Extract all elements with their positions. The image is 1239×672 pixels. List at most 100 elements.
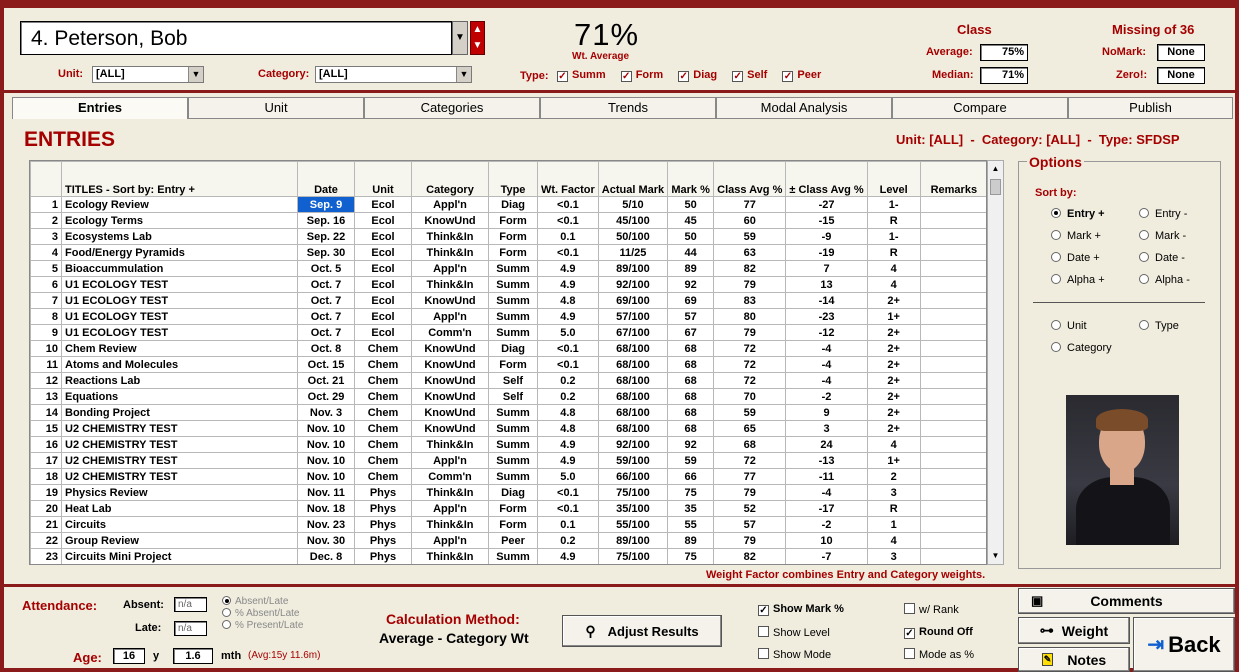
late-field[interactable]: n/a — [174, 621, 207, 636]
table-row[interactable]: 14 Bonding Project Nov. 3 Chem KnowUnd Summ 4.… — [30, 404, 986, 421]
remarks-cell[interactable] — [919, 340, 986, 357]
column-header: Unit — [354, 161, 412, 197]
remarks-cell[interactable] — [919, 468, 986, 485]
tab-modal-analysis[interactable]: Modal Analysis — [716, 97, 892, 119]
table-row[interactable]: 6 U1 ECOLOGY TEST Oct. 7 Ecol Think&In Summ 4.… — [30, 276, 986, 293]
table-row[interactable]: 15 U2 CHEMISTRY TEST Nov. 10 Chem KnowUnd Sum… — [30, 420, 986, 437]
category-select[interactable]: [ALL] ▼ — [315, 66, 472, 83]
tab-publish[interactable]: Publish — [1068, 97, 1233, 119]
scroll-up-icon[interactable]: ▲ — [988, 161, 1003, 177]
table-row[interactable]: 9 U1 ECOLOGY TEST Oct. 7 Ecol Comm'n Summ 5.0 6… — [30, 324, 986, 341]
mode-as-percent-check[interactable]: Mode as % — [904, 648, 974, 661]
tab-compare[interactable]: Compare — [892, 97, 1068, 119]
remarks-cell[interactable] — [919, 372, 986, 389]
student-name-field[interactable]: 4. Peterson, Bob — [20, 21, 452, 55]
remarks-cell[interactable] — [919, 196, 986, 213]
scroll-down-icon[interactable]: ▼ — [988, 548, 1003, 564]
notes-button[interactable]: ✎ Notes — [1018, 647, 1130, 672]
table-row[interactable]: 13 Equations Oct. 29 Chem KnowUnd Self 0.2 68/1… — [30, 388, 986, 405]
remarks-cell[interactable] — [919, 212, 986, 229]
remarks-cell[interactable] — [919, 276, 986, 293]
remarks-cell[interactable] — [919, 420, 986, 437]
sort-alpha-plus[interactable]: Alpha + — [1051, 274, 1105, 286]
remarks-cell[interactable] — [919, 532, 986, 549]
tab-categories[interactable]: Categories — [364, 97, 540, 119]
sort-date-minus[interactable]: Date - — [1139, 252, 1185, 264]
tab-unit[interactable]: Unit — [188, 97, 364, 119]
remarks-cell[interactable] — [919, 404, 986, 421]
att-opt-pct-present-late[interactable]: % Present/Late — [222, 620, 303, 632]
group-unit[interactable]: Unit — [1051, 320, 1087, 332]
sort-mark-plus[interactable]: Mark + — [1051, 230, 1101, 242]
round-off-check[interactable]: ✓ Round Off — [904, 626, 973, 639]
remarks-cell[interactable] — [919, 452, 986, 469]
type-check-summ[interactable]: ✓ Summ — [557, 69, 606, 82]
table-cell: Nov. 10 — [297, 436, 355, 453]
student-dropdown-button[interactable]: ▼ — [452, 21, 468, 55]
table-row[interactable]: 21 Circuits Nov. 23 Phys Think&In Form 0.1 55/1… — [30, 516, 986, 533]
remarks-cell[interactable] — [919, 324, 986, 341]
scroll-thumb[interactable] — [990, 179, 1001, 195]
weight-button[interactable]: ⊶ Weight — [1018, 617, 1130, 644]
remarks-cell[interactable] — [919, 356, 986, 373]
type-check-peer[interactable]: ✓ Peer — [782, 69, 821, 82]
table-row[interactable]: 19 Physics Review Nov. 11 Phys Think&In Diag <… — [30, 484, 986, 501]
table-row[interactable]: 20 Heat Lab Nov. 18 Phys Appl'n Form <0.1 35/10… — [30, 500, 986, 517]
sort-date-plus[interactable]: Date + — [1051, 252, 1100, 264]
table-cell: 17 — [30, 452, 62, 469]
table-scrollbar[interactable]: ▲ ▼ — [987, 160, 1004, 565]
adjust-results-button[interactable]: ⚲ Adjust Results — [562, 615, 722, 647]
tab-trends[interactable]: Trends — [540, 97, 716, 119]
table-row[interactable]: 23 Circuits Mini Project Dec. 8 Phys Think&I… — [30, 548, 986, 564]
remarks-cell[interactable] — [919, 292, 986, 309]
att-opt-absent-late[interactable]: Absent/Late — [222, 596, 303, 608]
table-cell: -7 — [785, 548, 868, 564]
att-opt-pct-absent-late[interactable]: % Absent/Late — [222, 608, 303, 620]
type-check-self[interactable]: ✓ Self — [732, 69, 767, 82]
remarks-cell[interactable] — [919, 308, 986, 325]
table-row[interactable]: 3 Ecosystems Lab Sep. 22 Ecol Think&In Form 0.… — [30, 228, 986, 245]
type-check-form[interactable]: ✓ Form — [620, 69, 663, 82]
table-cell: Bonding Project — [61, 404, 298, 421]
sort-entry-plus[interactable]: Entry + — [1051, 208, 1105, 220]
comments-button[interactable]: ▣ Comments — [1018, 588, 1235, 614]
table-row[interactable]: 18 U2 CHEMISTRY TEST Nov. 10 Chem Comm'n Summ… — [30, 468, 986, 485]
absent-field[interactable]: n/a — [174, 597, 207, 612]
with-rank-check[interactable]: w/ Rank — [904, 603, 959, 616]
type-check-diag[interactable]: ✓ Diag — [678, 69, 717, 82]
student-prev-next-arrows[interactable]: ▲ ▼ — [470, 21, 485, 55]
table-row[interactable]: 4 Food/Energy Pyramids Sep. 30 Ecol Think&In… — [30, 244, 986, 261]
show-level-check[interactable]: Show Level — [758, 626, 830, 639]
show-mode-check[interactable]: Show Mode — [758, 648, 831, 661]
table-row[interactable]: 7 U1 ECOLOGY TEST Oct. 7 Ecol KnowUnd Summ 4.8… — [30, 292, 986, 309]
remarks-cell[interactable] — [919, 516, 986, 533]
table-row[interactable]: 16 U2 CHEMISTRY TEST Nov. 10 Chem Think&In Su… — [30, 436, 986, 453]
remarks-cell[interactable] — [919, 500, 986, 517]
show-mark-check[interactable]: ✓ Show Mark % — [758, 603, 844, 616]
back-button[interactable]: ⇥ Back — [1133, 617, 1235, 672]
table-row[interactable]: 12 Reactions Lab Oct. 21 Chem KnowUnd Self 0.2… — [30, 372, 986, 389]
group-type[interactable]: Type — [1139, 320, 1179, 332]
sort-mark-minus[interactable]: Mark - — [1139, 230, 1186, 242]
remarks-cell[interactable] — [919, 260, 986, 277]
remarks-cell[interactable] — [919, 388, 986, 405]
table-row[interactable]: 8 U1 ECOLOGY TEST Oct. 7 Ecol Appl'n Summ 4.9 5… — [30, 308, 986, 325]
table-row[interactable]: 1 Ecology Review Sep. 9 Ecol Appl'n Diag <0.1 5… — [30, 196, 986, 213]
remarks-cell[interactable] — [919, 244, 986, 261]
sort-entry-minus[interactable]: Entry - — [1139, 208, 1187, 220]
remarks-cell[interactable] — [919, 228, 986, 245]
column-header[interactable]: TITLES - Sort by: Entry + — [61, 161, 298, 197]
sort-alpha-minus[interactable]: Alpha - — [1139, 274, 1190, 286]
table-row[interactable]: 2 Ecology Terms Sep. 16 Ecol KnowUnd Form <0.1… — [30, 212, 986, 229]
table-row[interactable]: 5 Bioaccummulation Oct. 5 Ecol Appl'n Summ 4.9… — [30, 260, 986, 277]
remarks-cell[interactable] — [919, 436, 986, 453]
table-row[interactable]: 17 U2 CHEMISTRY TEST Nov. 10 Chem Appl'n Summ… — [30, 452, 986, 469]
table-row[interactable]: 22 Group Review Nov. 30 Phys Appl'n Peer 0.2 89… — [30, 532, 986, 549]
tab-entries[interactable]: Entries — [12, 97, 188, 119]
table-row[interactable]: 10 Chem Review Oct. 8 Chem KnowUnd Diag <0.1 68… — [30, 340, 986, 357]
remarks-cell[interactable] — [919, 548, 986, 564]
remarks-cell[interactable] — [919, 484, 986, 501]
group-category[interactable]: Category — [1051, 342, 1112, 354]
table-row[interactable]: 11 Atoms and Molecules Oct. 15 Chem KnowUnd F… — [30, 356, 986, 373]
unit-select[interactable]: [ALL] ▼ — [92, 66, 204, 83]
